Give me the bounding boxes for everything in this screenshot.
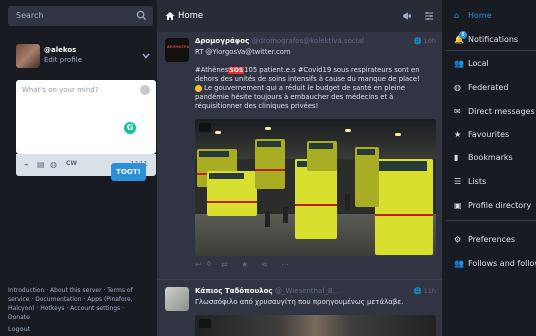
profile-card: @alekos Edit profile <box>16 44 151 70</box>
nav-lists[interactable]: ☰ Lists <box>446 174 536 190</box>
nav-notifications[interactable]: 🔔 8 Notifications <box>446 31 536 48</box>
bookmark-icon: ▮ <box>454 153 459 162</box>
search-input[interactable]: Search <box>8 6 153 26</box>
nav-federated[interactable]: ◍ Federated <box>446 80 536 96</box>
nav-preferences[interactable]: ⚙ Preferences <box>446 232 536 248</box>
address-book-icon: ▣ <box>454 201 462 210</box>
nav-direct-messages[interactable]: ✉ Direct messages <box>446 104 536 120</box>
content-warning-button[interactable]: CW <box>66 160 77 167</box>
sos-emoji: SOS <box>228 67 245 74</box>
status-actions: ↩ 0 ⇄ ★ ⋖ ⋯ <box>195 260 315 272</box>
notification-badge: 8 <box>459 31 467 39</box>
poll-icon[interactable]: ▤ <box>37 160 47 170</box>
nav-profile-directory[interactable]: ▣ Profile directory <box>446 198 536 214</box>
logout-link[interactable]: Logout <box>8 325 30 333</box>
attach-icon[interactable]: ⌁ <box>24 160 34 170</box>
hide-media-icon[interactable] <box>199 123 211 132</box>
compose-placeholder: What's on your mind? <box>22 86 99 94</box>
globe-icon: ◍ <box>454 83 461 92</box>
home-icon <box>165 12 175 20</box>
footer-links[interactable]: Introduction · About this server · Terms… <box>8 286 143 322</box>
toot-button[interactable]: TOOT! <box>111 163 146 181</box>
angry-emoji <box>195 84 202 92</box>
gear-icon: ⚙ <box>454 235 462 244</box>
column-title: Home <box>178 11 204 21</box>
nav-follows-and-followers[interactable]: 👥 Follows and followers <box>446 256 536 272</box>
grammarly-icon[interactable]: G <box>124 122 136 134</box>
edit-profile-link[interactable]: Edit profile <box>44 56 82 64</box>
more-icon[interactable]: ⋯ <box>281 260 291 270</box>
status-author[interactable]: Δρομογράφος @dromografos@kolektiva.socia… <box>195 37 364 45</box>
avatar[interactable] <box>16 44 40 68</box>
home-icon: ⌂ <box>454 11 460 20</box>
nav-bookmarks[interactable]: ▮ Bookmarks <box>446 150 536 166</box>
profile-username[interactable]: @alekos <box>44 46 76 54</box>
users-icon: 👥 <box>454 259 464 268</box>
list-icon: ☰ <box>454 177 462 186</box>
status-timestamp[interactable]: 🌐 11h <box>413 287 436 295</box>
navigation-panel: ⌂ Home 🔔 8 Notifications 👥 Local ◍ Feder… <box>446 0 536 336</box>
nav-favourites[interactable]: ★ Favourites <box>446 127 536 143</box>
announcements-icon[interactable] <box>402 11 412 21</box>
reply-icon[interactable]: ↩ <box>195 260 205 270</box>
share-icon[interactable]: ⋖ <box>261 260 271 270</box>
nav-local[interactable]: 👥 Local <box>446 56 536 72</box>
envelope-icon: ✉ <box>454 107 461 116</box>
column-settings-icon[interactable] <box>424 11 434 21</box>
search-placeholder: Search <box>16 11 44 20</box>
status-timestamp[interactable]: 🌐 10h <box>413 37 436 45</box>
status-item[interactable]: Κάπιος Ταδόπουλος @_Wiesenthal_B... 🌐 11… <box>157 281 442 336</box>
star-icon: ★ <box>454 130 462 139</box>
column-header: Home <box>157 0 442 32</box>
status-avatar[interactable]: ΔΡΟΜΟΓΡΑΦΟΣ <box>165 38 189 62</box>
status-content: Γλωσσόφιλο από χρυσαυγίτη που προηγουμέν… <box>195 298 404 306</box>
status-content: RT @YiorgosVa@twitter.com #AthènesSOS105… <box>195 48 420 110</box>
nav-home[interactable]: ⌂ Home <box>446 8 536 24</box>
status-media-image[interactable] <box>195 315 436 336</box>
compose-textarea[interactable]: What's on your mind? G <box>16 80 156 154</box>
reply-count: 0 <box>207 261 211 268</box>
status-avatar[interactable] <box>165 287 189 311</box>
emoji-picker-icon[interactable] <box>140 85 150 95</box>
status-item[interactable]: ΔΡΟΜΟΓΡΑΦΟΣ Δρομογράφος @dromografos@kol… <box>157 32 442 280</box>
search-icon[interactable] <box>136 10 147 21</box>
users-icon: 👥 <box>454 59 464 68</box>
chevron-down-icon[interactable] <box>141 51 151 61</box>
hide-media-icon[interactable] <box>199 319 211 328</box>
status-author[interactable]: Κάπιος Ταδόπουλος @_Wiesenthal_B... <box>195 287 339 295</box>
home-timeline: Home ΔΡΟΜΟΓΡΑΦΟΣ Δρομογράφος @dromografo… <box>157 0 442 336</box>
status-media-image[interactable] <box>195 119 436 256</box>
favourite-icon[interactable]: ★ <box>241 260 251 270</box>
visibility-globe-icon[interactable]: ◍ <box>50 160 60 170</box>
boost-icon[interactable]: ⇄ <box>221 260 231 270</box>
